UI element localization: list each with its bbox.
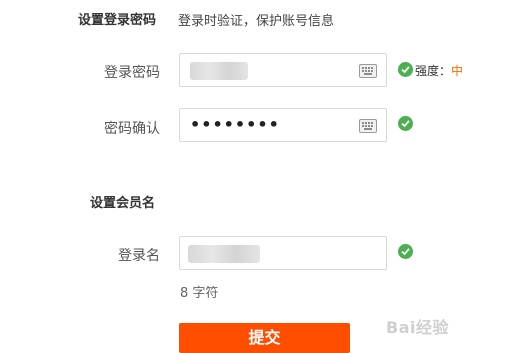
password-strength: 强度：中 bbox=[415, 62, 463, 79]
strength-label: 强度： bbox=[415, 64, 452, 78]
member-section-title: 设置会员名 bbox=[90, 196, 156, 211]
confirm-password-input[interactable] bbox=[190, 109, 350, 141]
keyboard-icon[interactable] bbox=[359, 119, 377, 133]
username-label: 登录名 bbox=[118, 248, 160, 264]
username-valid-check-icon bbox=[398, 244, 413, 259]
password-input-box[interactable] bbox=[179, 53, 387, 87]
confirm-valid-check-icon bbox=[398, 116, 413, 131]
strength-value: 中 bbox=[451, 64, 464, 78]
confirm-input-box[interactable] bbox=[179, 108, 387, 142]
password-section-title: 设置登录密码 bbox=[78, 13, 157, 28]
confirm-label: 密码确认 bbox=[104, 121, 160, 137]
blurred-password-text bbox=[190, 62, 248, 80]
username-input-box[interactable] bbox=[179, 236, 387, 270]
submit-button[interactable]: 提交 bbox=[179, 323, 350, 353]
watermark-logo: Bai经验 bbox=[386, 318, 449, 337]
password-valid-check-icon bbox=[398, 62, 413, 77]
username-char-counter: 8 字符 bbox=[180, 286, 219, 301]
password-label: 登录密码 bbox=[104, 65, 160, 81]
keyboard-icon[interactable] bbox=[359, 64, 377, 78]
blurred-username-text bbox=[188, 245, 260, 263]
password-section-hint: 登录时验证，保护账号信息 bbox=[178, 14, 335, 29]
